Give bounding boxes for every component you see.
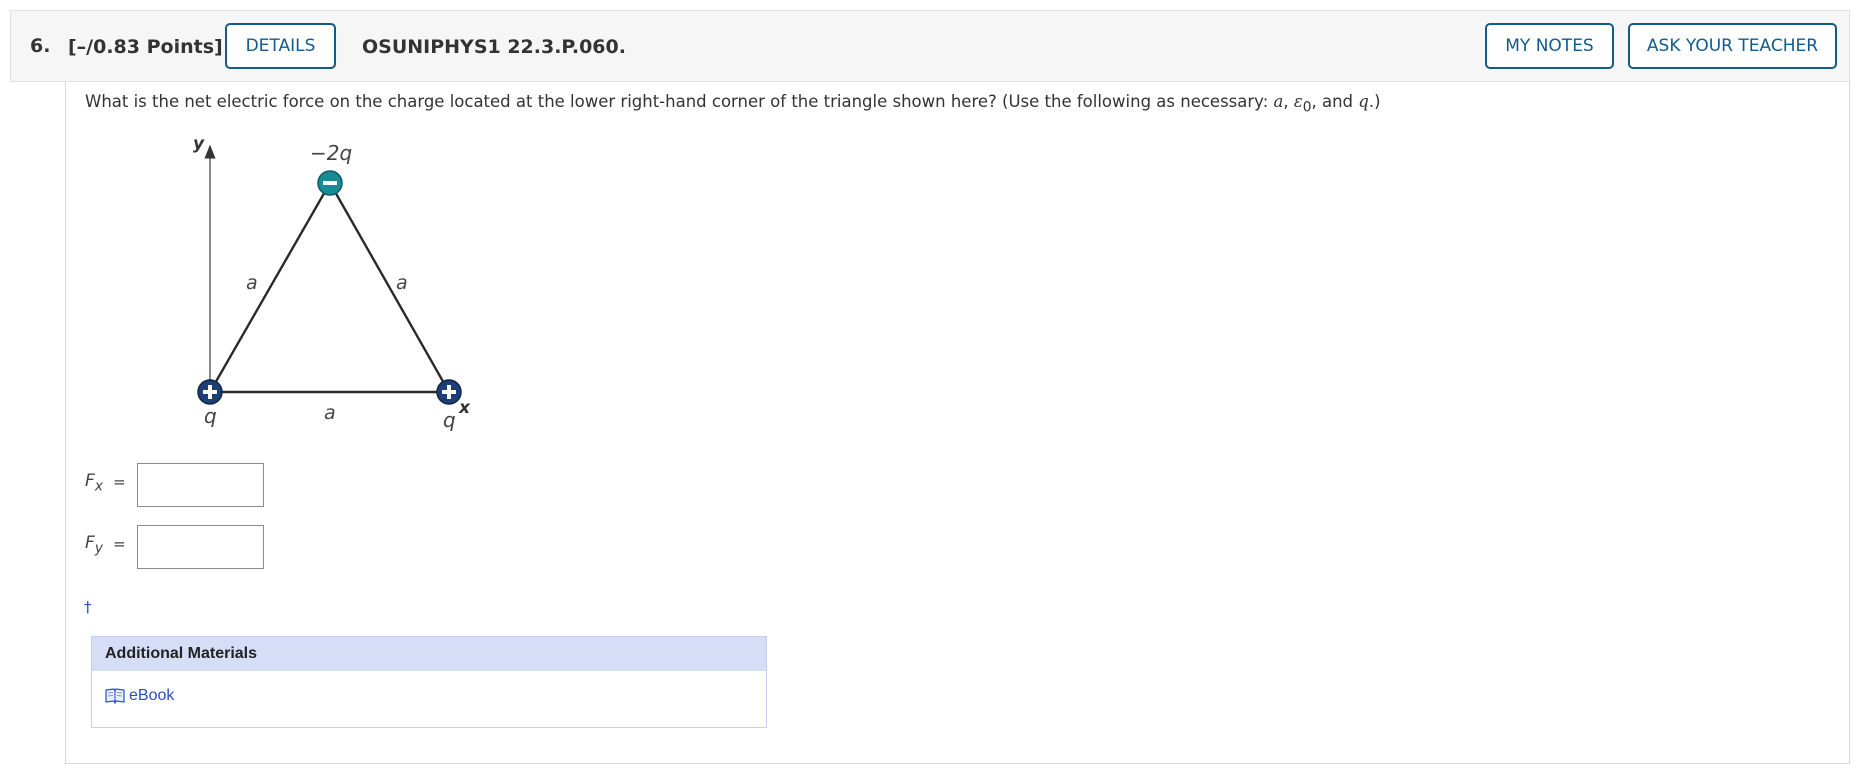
triangle-charge-figure: y x −2q a a a q q — [193, 134, 471, 432]
question-points: [–/0.83 Points] — [68, 36, 223, 58]
left-charge-label: q — [204, 404, 217, 428]
book-icon — [105, 688, 125, 704]
question-id: OSUNIPHYS1 22.3.P.060. — [362, 36, 626, 58]
prompt-sep: , and — [1311, 92, 1359, 111]
my-notes-button[interactable]: MY NOTES — [1485, 23, 1614, 69]
additional-materials-panel: Additional Materials eBook — [91, 636, 767, 728]
force-symbol: F — [85, 533, 95, 553]
negative-charge-icon — [317, 170, 343, 196]
details-button[interactable]: DETAILS — [225, 23, 336, 69]
ebook-link[interactable]: eBook — [105, 687, 174, 705]
positive-charge-icon — [436, 379, 462, 405]
force-symbol: F — [85, 471, 95, 491]
var-q: q — [1358, 92, 1369, 111]
fy-label: Fy — [85, 533, 103, 556]
fy-answer-input[interactable] — [137, 525, 264, 569]
footnote-dagger[interactable]: † — [84, 598, 92, 616]
right-charge-label: q — [443, 408, 456, 432]
question-prompt: What is the net electric force on the ch… — [85, 92, 1381, 115]
fx-answer-input[interactable] — [137, 463, 264, 507]
equals-sign: = — [113, 535, 126, 553]
question-number: 6. — [30, 35, 51, 57]
var-epsilon: ε — [1293, 92, 1303, 111]
force-subscript: y — [94, 540, 104, 557]
prompt-text: What is the net electric force on the ch… — [85, 92, 1274, 111]
top-charge-label: −2q — [310, 141, 352, 165]
force-subscript: x — [94, 478, 104, 495]
question-header: 6. [–/0.83 Points] DETAILS OSUNIPHYS1 22… — [10, 10, 1850, 82]
ebook-label: eBook — [129, 687, 175, 704]
additional-materials-title: Additional Materials — [92, 637, 766, 671]
side-right-label: a — [396, 272, 408, 294]
var-a: a — [1273, 92, 1284, 111]
equals-sign: = — [113, 473, 126, 491]
fx-label: Fx — [85, 471, 103, 494]
positive-charge-icon — [197, 379, 223, 405]
ask-your-teacher-button[interactable]: ASK YOUR TEACHER — [1628, 23, 1837, 69]
x-axis-label: x — [458, 398, 471, 418]
side-bottom-label: a — [324, 402, 336, 424]
side-left-label: a — [246, 272, 258, 294]
prompt-sep: , — [1283, 92, 1294, 111]
y-axis-label: y — [193, 134, 205, 154]
prompt-text: .) — [1368, 92, 1381, 111]
